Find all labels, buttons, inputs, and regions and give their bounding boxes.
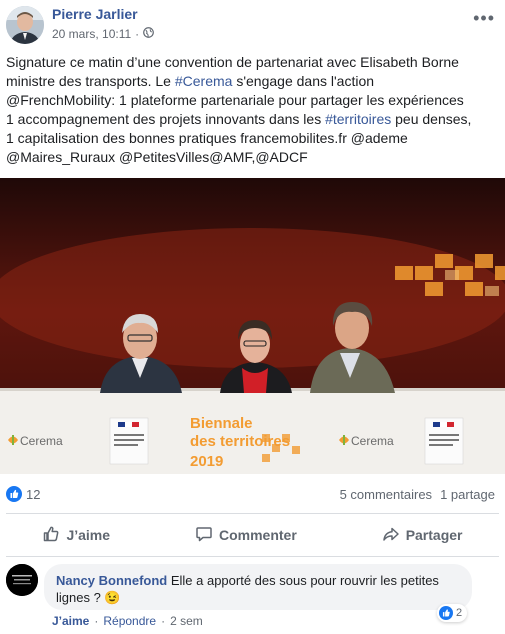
divider (6, 556, 499, 557)
shares-count[interactable]: 1 partage (440, 487, 495, 502)
post-text-segment: 1 accompagnement des projets innovants d… (6, 111, 326, 127)
post-meta: 20 mars, 10:11 · (52, 27, 155, 41)
meta-separator: · (135, 27, 140, 41)
post-text-segment: peu denses, (391, 111, 472, 127)
post-actions: J’aime Commenter Partager (0, 515, 505, 555)
share-icon (382, 525, 400, 546)
comment-icon (195, 525, 213, 546)
post-text-line: ministre des transports. Le #Cerema s'en… (6, 72, 500, 91)
share-button[interactable]: Partager (372, 515, 473, 555)
post-photo[interactable]: Cerema Cerema Biennale des territoires 2… (0, 178, 505, 474)
post-text-line: @FrenchMobility: 1 plateforme partenaria… (6, 91, 500, 110)
cerema-logo-right: Cerema (351, 434, 394, 448)
post-date[interactable]: 20 mars, 10:11 (52, 27, 131, 41)
comment-text-line-2: lignes ? 😉 (56, 590, 121, 605)
post-text-line: Signature ce matin d’une convention de p… (6, 53, 500, 72)
link-separator: · (161, 614, 166, 628)
post-text-segment: Signature ce matin d’une convention de p… (6, 54, 459, 70)
globe-icon (143, 27, 155, 41)
comment-label: Commenter (218, 527, 297, 543)
comment-reply-link[interactable]: Répondre (103, 614, 156, 628)
banner-year: 2019 (190, 453, 223, 470)
ministry-logo-right (424, 417, 464, 465)
ministry-logo-left (109, 417, 149, 465)
post-text-line: 1 accompagnement des projets innovants d… (6, 110, 500, 129)
share-label: Partager (405, 527, 463, 543)
post-text-line: @Maires_Ruraux @PetitesVilles@AMF,@ADCF (6, 148, 500, 167)
comment-reactions[interactable]: 2 (437, 604, 468, 622)
author-avatar[interactable] (6, 6, 44, 44)
banner-line-1: Biennale (190, 415, 253, 432)
thumbs-up-icon (42, 525, 60, 546)
like-reaction-icon (439, 606, 453, 620)
comment-author[interactable]: Nancy Bonnefond (56, 573, 167, 588)
comment-text-line-1: Elle a apporté des sous pour rouvrir les… (167, 573, 439, 588)
comment-time[interactable]: 2 sem (170, 614, 203, 628)
comments-count[interactable]: 5 commentaires (340, 487, 432, 502)
like-reaction-icon[interactable] (6, 486, 22, 502)
post-text-segment: ministre des transports. Le (6, 73, 175, 89)
reaction-stats: 12 5 commentaires 1 partage (0, 483, 505, 505)
comment: Nancy Bonnefond Elle a apporté des sous … (0, 562, 505, 634)
link-separator: · (94, 614, 99, 628)
hashtag-link[interactable]: #territoires (325, 111, 391, 127)
post-text: Signature ce matin d’une convention de p… (6, 53, 500, 167)
post-text-segment: s'engage dans l'action (232, 73, 375, 89)
comment-bubble: Nancy Bonnefond Elle a apporté des sous … (44, 564, 472, 610)
post-text-segment: @Maires_Ruraux @PetitesVilles@AMF,@ADCF (6, 149, 308, 165)
post-text-segment: @FrenchMobility: 1 plateforme partenaria… (6, 92, 464, 108)
like-button[interactable]: J’aime (32, 515, 120, 555)
comment-button[interactable]: Commenter (185, 515, 307, 555)
like-label: J’aime (66, 527, 111, 543)
like-count[interactable]: 12 (26, 487, 40, 502)
cerema-logo-left: Cerema (20, 434, 63, 448)
more-options-button[interactable]: ••• (473, 8, 495, 29)
author-name[interactable]: Pierre Jarlier (52, 6, 138, 22)
post-header: Pierre Jarlier 20 mars, 10:11 · ••• (0, 0, 505, 50)
hashtag-link[interactable]: #Cerema (175, 73, 233, 89)
post-text-segment: 1 capitalisation des bonnes pratiques fr… (6, 130, 408, 146)
divider (6, 513, 499, 514)
comment-reaction-count: 2 (456, 607, 463, 619)
post-text-line: 1 capitalisation des bonnes pratiques fr… (6, 129, 500, 148)
comment-like-link[interactable]: J’aime (52, 614, 89, 628)
commenter-avatar[interactable] (6, 564, 38, 596)
comment-links: J’aime · Répondre · 2 sem (52, 614, 203, 628)
